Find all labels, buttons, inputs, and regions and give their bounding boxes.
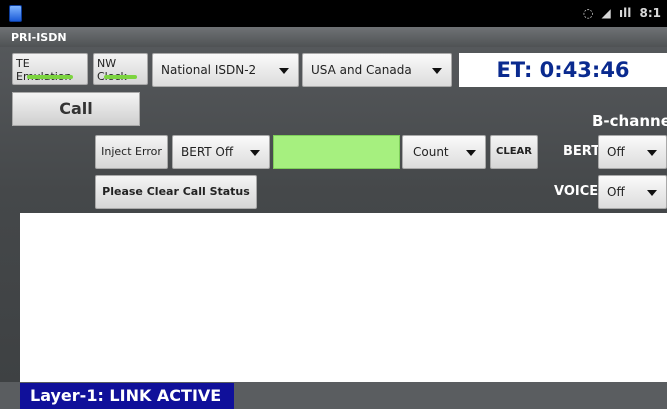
count-value: Count bbox=[413, 145, 449, 159]
elapsed-timer: ET: 0:43:46 bbox=[459, 53, 667, 87]
chevron-down-icon bbox=[466, 150, 476, 156]
chevron-down-icon bbox=[647, 150, 657, 156]
clear-label: CLEAR bbox=[496, 146, 532, 157]
sync-icon: ◌ bbox=[582, 6, 594, 20]
count-spinner[interactable]: Count bbox=[402, 135, 486, 169]
status-icons: ◌ ◢ ıll 8:1 bbox=[583, 6, 661, 20]
call-log-panel[interactable] bbox=[20, 213, 667, 382]
b-channel-bert-spinner[interactable]: Off bbox=[598, 135, 667, 169]
chevron-down-icon bbox=[250, 150, 260, 156]
clear-button[interactable]: CLEAR bbox=[490, 135, 538, 169]
status-time: 8:1 bbox=[639, 6, 662, 20]
protocol-spinner[interactable]: National ISDN-2 bbox=[152, 53, 299, 87]
chevron-down-icon bbox=[432, 68, 442, 74]
layer1-status: Layer-1: LINK ACTIVE bbox=[20, 383, 234, 409]
nw-clock-button[interactable]: NW Clock bbox=[93, 53, 148, 85]
bert-status-bar bbox=[273, 135, 400, 169]
region-spinner[interactable]: USA and Canada bbox=[302, 53, 452, 87]
nw-clock-indicator bbox=[104, 75, 137, 79]
te-emulation-label: TE Emulation bbox=[16, 57, 72, 83]
elapsed-time-value: ET: 0:43:46 bbox=[496, 58, 630, 82]
inject-error-button[interactable]: Inject Error bbox=[95, 135, 168, 169]
b-channel-voice-value: Off bbox=[607, 185, 625, 199]
bert-value: BERT Off bbox=[181, 145, 234, 159]
app-title: PRI-ISDN bbox=[11, 31, 67, 44]
region-value: USA and Canada bbox=[311, 63, 412, 77]
b-channel-title: B-channe bbox=[592, 112, 667, 130]
te-emulation-indicator bbox=[27, 75, 73, 79]
clear-call-status-button[interactable]: Please Clear Call Status bbox=[95, 175, 257, 209]
chevron-down-icon bbox=[647, 190, 657, 196]
b-channel-bert-value: Off bbox=[607, 145, 625, 159]
b-channel-voice-label: VOICE bbox=[554, 184, 599, 199]
te-emulation-button[interactable]: TE Emulation bbox=[12, 53, 88, 85]
nw-clock-label: NW Clock bbox=[97, 57, 127, 83]
app-icon bbox=[9, 5, 22, 22]
call-button[interactable]: Call bbox=[12, 92, 140, 126]
chevron-down-icon bbox=[279, 68, 289, 74]
layer1-status-text: Layer-1: LINK ACTIVE bbox=[30, 386, 222, 405]
b-channel-bert-label: BERT bbox=[563, 144, 601, 159]
inject-error-label: Inject Error bbox=[101, 145, 162, 158]
call-label: Call bbox=[59, 99, 93, 118]
system-status-bar: ◌ ◢ ıll 8:1 bbox=[0, 0, 667, 27]
app-title-bar: PRI-ISDN bbox=[0, 27, 667, 47]
bert-spinner[interactable]: BERT Off bbox=[172, 135, 270, 169]
protocol-value: National ISDN-2 bbox=[161, 63, 257, 77]
clear-call-status-label: Please Clear Call Status bbox=[102, 185, 250, 198]
b-channel-voice-spinner[interactable]: Off bbox=[598, 175, 667, 209]
data-transfer-icon: ◢ bbox=[601, 6, 611, 20]
signal-icon: ıll bbox=[618, 6, 632, 20]
